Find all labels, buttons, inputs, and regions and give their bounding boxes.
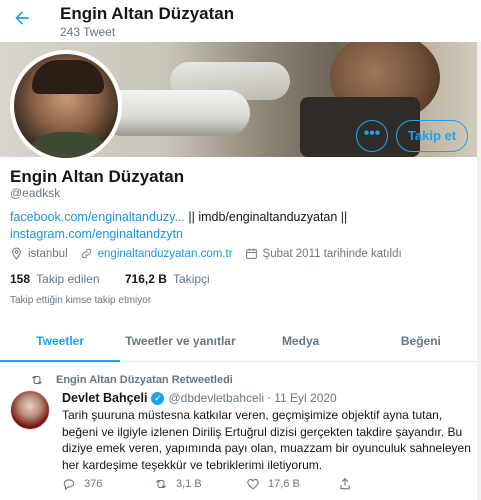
bio-separator-text: || imdb/enginaltanduzyatan || bbox=[184, 210, 348, 224]
retweet-context-text[interactable]: Engin Altan Düzyatan Retweetledi bbox=[56, 374, 233, 386]
followers-label: Takipçi bbox=[173, 272, 210, 286]
tweet-author-handle[interactable]: @dbdevletbahceli bbox=[168, 391, 264, 405]
avatar-hair-shape bbox=[32, 60, 104, 94]
followers-stat[interactable]: 716,2 B Takipçi bbox=[125, 272, 210, 286]
website-link[interactable]: enginaltanduzyatan.com.tr bbox=[98, 248, 233, 260]
following-count: 158 bbox=[10, 272, 31, 286]
separator-dot: · bbox=[267, 391, 272, 405]
reply-count: 376 bbox=[84, 478, 103, 490]
reply-icon bbox=[63, 479, 75, 491]
location-item: istanbul bbox=[10, 247, 68, 260]
bio-facebook-link[interactable]: facebook.com/enginaltanduzy... bbox=[10, 210, 185, 224]
retweet-context: Engin Altan Düzyatan Retweetledi bbox=[30, 373, 233, 387]
share-action[interactable] bbox=[338, 477, 430, 491]
like-count: 17,6 B bbox=[268, 478, 300, 490]
location-pin-icon bbox=[12, 247, 21, 260]
retweet-count: 3,1 B bbox=[176, 478, 202, 490]
profile-tabs: Tweetler Tweetler ve yanıtlar Medya Beğe… bbox=[0, 322, 481, 362]
website-item[interactable]: enginaltanduzyatan.com.tr bbox=[80, 247, 233, 260]
share-icon bbox=[340, 478, 350, 490]
followers-you-know-text: Takip ettiğin kimse takip etmiyor bbox=[10, 295, 152, 306]
joined-item: Şubat 2011 tarihinde katıldı bbox=[245, 247, 402, 260]
profile-avatar[interactable] bbox=[10, 50, 122, 162]
tab-tweets-and-replies[interactable]: Tweetler ve yanıtlar bbox=[120, 322, 240, 361]
calendar-icon bbox=[245, 248, 257, 259]
header-tweet-count: 243 Tweet bbox=[60, 25, 116, 39]
tweet-actions: 376 3,1 B 17,6 B bbox=[62, 477, 462, 491]
tweet-author-avatar[interactable] bbox=[10, 390, 50, 430]
retweet-icon bbox=[155, 479, 167, 489]
tweet-text: Tarih şuuruna müstesna katkılar veren, g… bbox=[62, 408, 471, 472]
avatar-shirt-shape bbox=[20, 132, 116, 158]
scrollbar[interactable] bbox=[477, 0, 481, 500]
back-arrow-icon[interactable] bbox=[12, 8, 36, 32]
tweet-date[interactable]: 11 Eyl 2020 bbox=[274, 391, 337, 405]
banner-lens-shape bbox=[100, 90, 250, 136]
tab-media[interactable]: Medya bbox=[241, 322, 361, 361]
location-text: istanbul bbox=[28, 247, 68, 260]
joined-text: Şubat 2011 tarihinde katıldı bbox=[262, 247, 402, 260]
header-profile-name: Engin Altan Düzyatan bbox=[60, 4, 235, 23]
top-bar: Engin Altan Düzyatan 243 Tweet bbox=[0, 0, 481, 42]
tab-likes[interactable]: Beğeni bbox=[361, 322, 481, 361]
followers-count: 716,2 B bbox=[124, 272, 167, 286]
profile-stats: 158 Takip edilen 716,2 B Takipçi bbox=[10, 272, 232, 286]
tweet-author-name[interactable]: Devlet Bahçeli bbox=[62, 391, 147, 405]
profile-meta: istanbul enginaltanduzyatan.com.tr Şubat… bbox=[10, 247, 414, 260]
following-stat[interactable]: 158 Takip edilen bbox=[10, 272, 100, 286]
link-icon bbox=[81, 248, 91, 259]
tweet-header: Devlet Bahçeli ✓ @dbdevletbahceli · 11 E… bbox=[62, 391, 337, 405]
follow-button[interactable]: Takip et bbox=[396, 120, 468, 152]
like-action[interactable]: 17,6 B bbox=[246, 477, 338, 491]
profile-name: Engin Altan Düzyatan bbox=[10, 167, 185, 186]
reply-action[interactable]: 376 bbox=[62, 477, 154, 491]
tab-tweets[interactable]: Tweetler bbox=[0, 322, 121, 362]
retweet-icon bbox=[31, 375, 43, 385]
verified-badge-icon: ✓ bbox=[151, 391, 165, 405]
heart-icon bbox=[247, 479, 259, 490]
more-options-button[interactable]: ••• bbox=[356, 120, 388, 152]
bio-instagram-link[interactable]: instagram.com/enginaltandzytn bbox=[10, 227, 183, 241]
following-label: Takip edilen bbox=[36, 272, 100, 286]
retweet-action[interactable]: 3,1 B bbox=[154, 477, 246, 491]
profile-handle: @eadksk bbox=[10, 186, 61, 200]
profile-bio: facebook.com/enginaltanduzy... || imdb/e… bbox=[10, 209, 470, 243]
